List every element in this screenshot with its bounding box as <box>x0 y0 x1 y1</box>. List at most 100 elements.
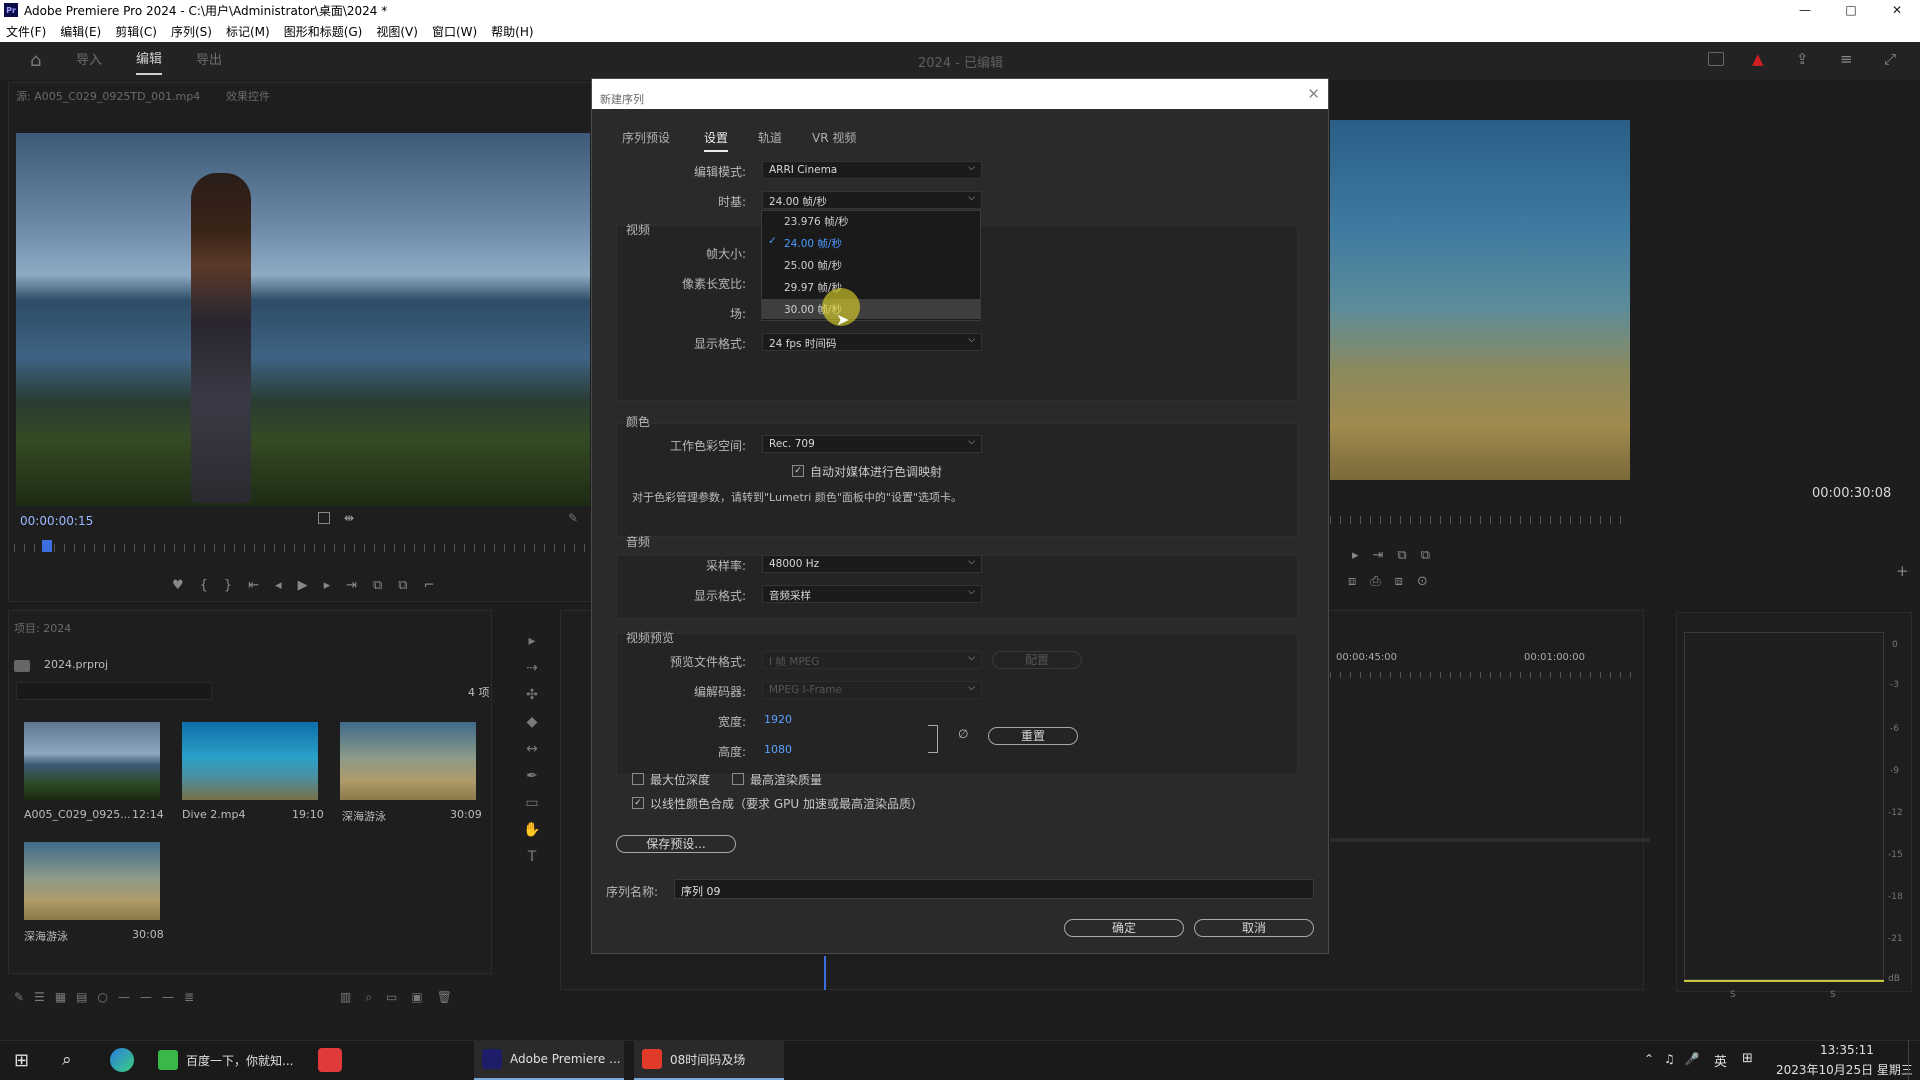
source-timecode[interactable]: 00:00:00:15 <box>20 514 93 528</box>
meter-solo-right[interactable]: S <box>1830 990 1836 1000</box>
link-bracket <box>928 725 938 753</box>
max-bit-depth-checkbox[interactable] <box>632 773 644 785</box>
tools-panel[interactable]: ▸ ⇢ ✣ ◆ ↔ ✒ ▭ ✋ T <box>522 628 542 868</box>
menu-marker[interactable]: 标记(M) <box>226 23 270 40</box>
minimize-button[interactable]: — <box>1782 0 1828 20</box>
effect-controls-tab[interactable]: 效果控件 <box>226 88 270 104</box>
auto-tone-map-label: 自动对媒体进行色调映射 <box>810 465 943 479</box>
show-desktop-button[interactable] <box>1908 1040 1914 1080</box>
windows-start-icon[interactable]: ⊞ <box>14 1050 29 1071</box>
link-icon[interactable]: ∅ <box>958 727 968 741</box>
tab-export[interactable]: 导出 <box>196 49 222 74</box>
dialog-close-icon[interactable]: ✕ <box>1307 85 1320 103</box>
clip-thumbnail[interactable] <box>182 722 318 800</box>
timeline-ruler[interactable] <box>1330 672 1640 678</box>
tab-sequence-presets[interactable]: 序列预设 <box>622 129 670 146</box>
program-extra-controls[interactable]: ⧈⎙⧈⊙ <box>1348 574 1442 589</box>
chevron-down-icon: ⌵ <box>968 587 975 597</box>
timebase-option[interactable]: 23.976 帧/秒 <box>762 211 980 231</box>
taskbar-item-premiere[interactable]: Adobe Premiere ... <box>474 1040 624 1080</box>
menu-edit[interactable]: 编辑(E) <box>60 23 101 40</box>
height-value[interactable]: 1080 <box>764 743 792 756</box>
working-color-select[interactable]: Rec. 709 ⌵ <box>762 435 982 453</box>
project-search-input[interactable] <box>16 682 212 700</box>
warning-icon[interactable]: ▲ <box>1752 50 1764 68</box>
source-tab[interactable]: 源: A005_C029_0925TD_001.mp4 <box>16 88 200 104</box>
reset-button[interactable]: 重置 <box>988 727 1078 745</box>
timebase-option-hovered[interactable]: 30.00 帧/秒 <box>762 299 980 319</box>
input-language[interactable]: 英 <box>1714 1051 1727 1070</box>
source-transport-controls[interactable]: ♥{}⇤◂▶▸⇥⧉⧉⌐ <box>172 578 451 593</box>
tab-vr-video[interactable]: VR 视频 <box>812 129 856 146</box>
tray-icons[interactable]: ⌃♫🎤 <box>1644 1052 1710 1066</box>
home-icon[interactable]: ⌂ <box>30 52 50 70</box>
width-value[interactable]: 1920 <box>764 713 792 726</box>
menu-sequence[interactable]: 序列(S) <box>171 23 212 40</box>
taskbar-item-browser[interactable]: 百度一下，你就知... <box>158 1040 308 1080</box>
program-timecode[interactable]: 00:00:30:08 <box>1812 486 1891 501</box>
menu-view[interactable]: 视图(V) <box>376 23 418 40</box>
audio-display-select[interactable]: 音频采样 ⌵ <box>762 585 982 603</box>
menu-graphics[interactable]: 图形和标题(G) <box>284 23 363 40</box>
menu-window[interactable]: 窗口(W) <box>432 23 477 40</box>
fullscreen-icon[interactable]: ⤢ <box>1884 50 1896 68</box>
clip-thumbnail[interactable] <box>340 722 476 800</box>
trim-icon[interactable]: ⇹ <box>344 511 354 525</box>
tab-import[interactable]: 导入 <box>76 49 102 74</box>
clip-thumbnail[interactable] <box>24 842 160 920</box>
meter-tick: -3 <box>1890 680 1899 690</box>
chevron-down-icon: ⌵ <box>968 335 975 345</box>
menu-clip[interactable]: 剪辑(C) <box>115 23 157 40</box>
maximize-button[interactable]: □ <box>1828 0 1874 20</box>
add-button-icon[interactable]: + <box>1896 562 1909 580</box>
search-icon[interactable]: ⌕ <box>62 1050 72 1070</box>
menu-help[interactable]: 帮助(H) <box>491 23 533 40</box>
workspace-icon[interactable] <box>1708 52 1724 66</box>
project-footer-actions[interactable]: ▥⌕▭▣🗑 <box>340 990 466 1005</box>
source-video-frame <box>16 133 590 506</box>
timebase-option-selected[interactable]: ✓ 24.00 帧/秒 <box>762 233 980 253</box>
tab-settings[interactable]: 设置 <box>704 129 729 152</box>
display-format-select[interactable]: 24 fps 时间码 ⌵ <box>762 333 982 351</box>
tab-tracks[interactable]: 轨道 <box>758 129 782 146</box>
clock-date[interactable]: 2023年10月25日 星期三 <box>1776 1061 1913 1078</box>
ime-icon[interactable]: ⊞ <box>1742 1051 1753 1066</box>
close-button[interactable]: ✕ <box>1874 0 1920 20</box>
source-time-ruler[interactable] <box>14 544 590 552</box>
meter-tick: -18 <box>1888 892 1903 902</box>
auto-tone-map-checkbox[interactable]: ✓ <box>792 465 804 477</box>
wrench-icon[interactable]: ✎ <box>568 511 578 525</box>
project-panel-title[interactable]: 项目: 2024 <box>14 620 71 636</box>
meter-solo-left[interactable]: S <box>1730 990 1736 1000</box>
menu-icon[interactable]: ≡ <box>1840 50 1853 68</box>
cancel-button[interactable]: 取消 <box>1194 919 1314 937</box>
sequence-name-input[interactable]: 序列 09 <box>674 879 1314 899</box>
sample-rate-select[interactable]: 48000 Hz ⌵ <box>762 555 982 573</box>
program-time-ruler[interactable] <box>1330 516 1630 524</box>
clock-time[interactable]: 13:35:11 <box>1820 1043 1874 1057</box>
timeline-scrollbar[interactable] <box>1330 838 1650 842</box>
timebase-label: 时基: <box>717 195 746 209</box>
max-render-quality-checkbox[interactable] <box>732 773 744 785</box>
source-playhead[interactable] <box>42 540 52 552</box>
tab-edit[interactable]: 编辑 <box>136 48 163 75</box>
timebase-select[interactable]: 24.00 帧/秒 ⌵ <box>762 191 982 209</box>
folder-icon <box>14 660 30 672</box>
linear-color-checkbox[interactable]: ✓ <box>632 797 644 809</box>
ok-button[interactable]: 确定 <box>1064 919 1184 937</box>
timebase-option[interactable]: 29.97 帧/秒 <box>762 277 980 297</box>
program-transport-controls[interactable]: ▸⇥⧉⧉ <box>1352 548 1444 563</box>
timebase-option[interactable]: 25.00 帧/秒 <box>762 255 980 275</box>
recorder-app-icon[interactable] <box>318 1048 342 1072</box>
share-icon[interactable]: ⇪ <box>1796 50 1809 68</box>
save-preset-button[interactable]: 保存预设... <box>616 835 736 853</box>
timeline-playhead[interactable] <box>824 956 826 990</box>
clip-thumbnail[interactable] <box>24 722 160 800</box>
edit-mode-select[interactable]: ARRI Cinema ⌵ <box>762 161 982 179</box>
taskbar-item-xmind[interactable]: 08时间码及场 <box>634 1040 784 1080</box>
menu-file[interactable]: 文件(F) <box>6 23 46 40</box>
edge-browser-icon[interactable] <box>110 1048 134 1072</box>
fit-icon[interactable] <box>318 512 330 524</box>
premiere-app-icon <box>482 1049 502 1069</box>
project-footer-tools[interactable]: ✎☰▦▤○———≣ <box>14 990 204 1004</box>
